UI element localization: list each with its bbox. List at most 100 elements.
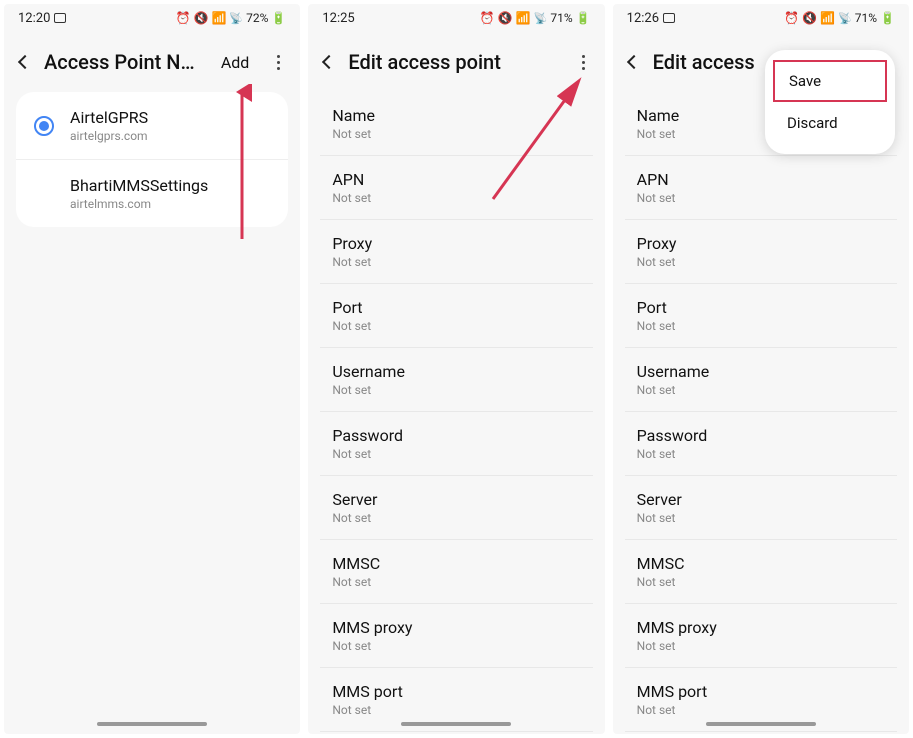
more-options-icon[interactable] bbox=[574, 51, 593, 74]
setting-row[interactable]: APNNot set bbox=[320, 156, 592, 220]
setting-label: APN bbox=[332, 170, 580, 189]
status-time: 12:20 bbox=[18, 11, 50, 26]
apn-name: AirtelGPRS bbox=[70, 108, 270, 127]
setting-value: Not set bbox=[637, 639, 885, 653]
phone-screen-2: 12:25 ⏰ 🔇 📶 📡 71% 🔋 Edit access point Na… bbox=[308, 4, 604, 734]
image-icon bbox=[663, 13, 675, 23]
battery-icon: 🔋 bbox=[576, 11, 591, 25]
setting-row[interactable]: MCC404 bbox=[320, 732, 592, 734]
setting-value: Not set bbox=[332, 319, 580, 333]
wifi-icon: 📶 bbox=[516, 11, 531, 25]
setting-label: Server bbox=[637, 490, 885, 509]
options-popup: Save Discard bbox=[765, 50, 895, 154]
nav-bar[interactable] bbox=[706, 722, 816, 726]
mute-icon: 🔇 bbox=[802, 11, 817, 25]
setting-row[interactable]: Server Not set bbox=[320, 476, 592, 540]
battery-text: 71% bbox=[855, 11, 877, 25]
setting-row[interactable]: Username Not set bbox=[320, 348, 592, 412]
setting-value: Not set bbox=[332, 703, 580, 717]
setting-label: MMS port bbox=[637, 682, 885, 701]
nav-bar[interactable] bbox=[401, 722, 511, 726]
page-title: Edit access point bbox=[348, 50, 559, 74]
setting-row[interactable]: Password Not set bbox=[320, 412, 592, 476]
setting-row[interactable]: MMS proxy Not set bbox=[320, 604, 592, 668]
setting-label: MMS proxy bbox=[332, 618, 580, 637]
setting-value: Not set bbox=[332, 383, 580, 397]
image-icon bbox=[54, 13, 66, 23]
setting-label: MMSC bbox=[332, 554, 580, 573]
setting-row[interactable]: ProxyNot set bbox=[625, 220, 897, 284]
setting-row[interactable]: APNNot set bbox=[625, 156, 897, 220]
battery-icon: 🔋 bbox=[271, 11, 286, 25]
setting-label: Password bbox=[637, 426, 885, 445]
setting-value: Not set bbox=[332, 127, 580, 141]
setting-row[interactable]: PasswordNot set bbox=[625, 412, 897, 476]
setting-row[interactable]: Port Not set bbox=[320, 284, 592, 348]
setting-value: Not set bbox=[332, 255, 580, 269]
status-bar: 12:25 ⏰ 🔇 📶 📡 71% 🔋 bbox=[308, 4, 604, 32]
setting-value: Not set bbox=[332, 639, 580, 653]
setting-value: Not set bbox=[637, 575, 885, 589]
setting-label: Password bbox=[332, 426, 580, 445]
phone-screen-1: 12:20 ⏰ 🔇 📶 📡 72% 🔋 Access Point Nam… Ad… bbox=[4, 4, 300, 734]
network-icon: 📡 bbox=[838, 12, 852, 25]
battery-icon: 🔋 bbox=[880, 11, 895, 25]
settings-list: NameNot setAPNNot setProxyNot setPortNot… bbox=[625, 92, 897, 734]
header: Edit access point bbox=[308, 32, 604, 92]
setting-row[interactable]: Username Not set bbox=[625, 348, 897, 412]
status-time: 12:25 bbox=[322, 11, 354, 26]
page-title: Access Point Nam… bbox=[44, 50, 201, 74]
alarm-icon: ⏰ bbox=[784, 11, 799, 25]
apn-subtitle: airtelmms.com bbox=[70, 197, 270, 211]
setting-row[interactable]: MMS proxy Not set bbox=[625, 604, 897, 668]
setting-label: APN bbox=[637, 170, 885, 189]
back-icon[interactable] bbox=[18, 55, 32, 69]
setting-label: Username bbox=[637, 362, 885, 381]
more-options-icon[interactable] bbox=[269, 51, 288, 74]
alarm-icon: ⏰ bbox=[176, 11, 191, 25]
setting-value: Not set bbox=[637, 703, 885, 717]
header: Access Point Nam… Add bbox=[4, 32, 300, 92]
mute-icon: 🔇 bbox=[193, 11, 208, 25]
setting-value: Not set bbox=[332, 447, 580, 461]
discard-option[interactable]: Discard bbox=[765, 102, 895, 144]
setting-row[interactable]: PortNot set bbox=[625, 284, 897, 348]
setting-label: Username bbox=[332, 362, 580, 381]
apn-item-airtelgprs[interactable]: AirtelGPRS airtelgprs.com bbox=[16, 92, 288, 159]
mute-icon: 🔇 bbox=[498, 11, 513, 25]
setting-row[interactable]: Name Not set bbox=[320, 92, 592, 156]
network-icon: 📡 bbox=[534, 12, 548, 25]
setting-label: Name bbox=[332, 106, 580, 125]
setting-row[interactable]: MMSC Not set bbox=[320, 540, 592, 604]
setting-row[interactable]: MCC404 bbox=[625, 732, 897, 734]
setting-label: Server bbox=[332, 490, 580, 509]
setting-value: Not set bbox=[332, 575, 580, 589]
setting-value: Not set bbox=[332, 511, 580, 525]
alarm-icon: ⏰ bbox=[480, 11, 495, 25]
apn-name: BhartiMMSSettings bbox=[70, 176, 270, 195]
battery-text: 71% bbox=[550, 11, 572, 25]
setting-value: Not set bbox=[637, 383, 885, 397]
setting-value: Not set bbox=[637, 319, 885, 333]
save-option[interactable]: Save bbox=[773, 60, 887, 102]
setting-label: Port bbox=[332, 298, 580, 317]
setting-row[interactable]: Proxy Not set bbox=[320, 220, 592, 284]
status-bar: 12:20 ⏰ 🔇 📶 📡 72% 🔋 bbox=[4, 4, 300, 32]
apn-subtitle: airtelgprs.com bbox=[70, 129, 270, 143]
setting-row[interactable]: MMSC Not set bbox=[625, 540, 897, 604]
wifi-icon: 📶 bbox=[820, 11, 835, 25]
setting-label: MMSC bbox=[637, 554, 885, 573]
setting-label: MMS proxy bbox=[637, 618, 885, 637]
radio-selected-icon[interactable] bbox=[34, 116, 54, 136]
back-icon[interactable] bbox=[627, 55, 641, 69]
status-bar: 12:26 ⏰ 🔇 📶 📡 71% 🔋 bbox=[613, 4, 909, 32]
settings-list: NameNot setAPNNot setProxyNot setPortNot… bbox=[320, 92, 592, 734]
apn-item-bhartimms[interactable]: BhartiMMSSettings airtelmms.com bbox=[16, 159, 288, 227]
network-icon: 📡 bbox=[229, 12, 243, 25]
nav-bar[interactable] bbox=[97, 722, 207, 726]
setting-label: Proxy bbox=[332, 234, 580, 253]
setting-row[interactable]: ServerNot set bbox=[625, 476, 897, 540]
add-button[interactable]: Add bbox=[215, 53, 255, 72]
status-time: 12:26 bbox=[627, 11, 659, 26]
back-icon[interactable] bbox=[322, 55, 336, 69]
